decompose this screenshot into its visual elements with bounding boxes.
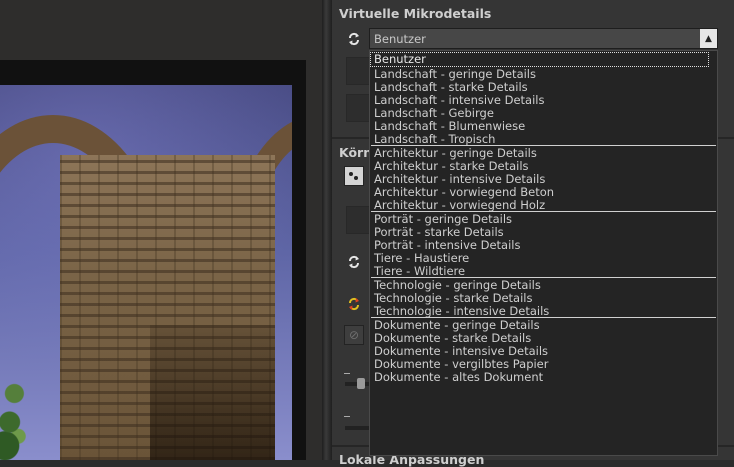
settings-panel: Virtuelle Mikrodetails Benutzer ▲ Körnun…	[332, 0, 734, 467]
preset-combobox-value: Benutzer	[374, 32, 426, 46]
section-title-mikrodetails: Virtuelle Mikrodetails	[339, 6, 492, 21]
image-preview-area	[0, 0, 322, 460]
dropdown-option[interactable]: Dokumente - altes Dokument	[374, 371, 543, 384]
pillar-shadow	[150, 325, 275, 460]
slider-track[interactable]	[345, 426, 371, 430]
chevron-up-icon[interactable]: ▲	[700, 29, 717, 48]
preset-combobox[interactable]: Benutzer ▲	[369, 28, 718, 49]
slider-track[interactable]	[345, 378, 371, 389]
minus-icon	[344, 373, 350, 374]
refresh-icon[interactable]	[344, 252, 364, 272]
refresh-icon[interactable]	[344, 29, 364, 49]
preset-dropdown-list[interactable]: Benutzer Landschaft - geringe Details La…	[369, 50, 718, 456]
dots-icon[interactable]	[344, 166, 364, 186]
minus-icon	[344, 416, 350, 417]
reset-icon[interactable]	[344, 294, 364, 314]
dropdown-option[interactable]: Benutzer	[370, 52, 709, 67]
disabled-icon[interactable]: ⊘	[344, 325, 364, 345]
photo-preview[interactable]	[0, 85, 292, 460]
slider-handle[interactable]	[357, 378, 365, 389]
foliage	[0, 365, 48, 460]
section-title-koernung: Körnung	[339, 145, 369, 160]
panel-divider[interactable]	[322, 0, 332, 460]
